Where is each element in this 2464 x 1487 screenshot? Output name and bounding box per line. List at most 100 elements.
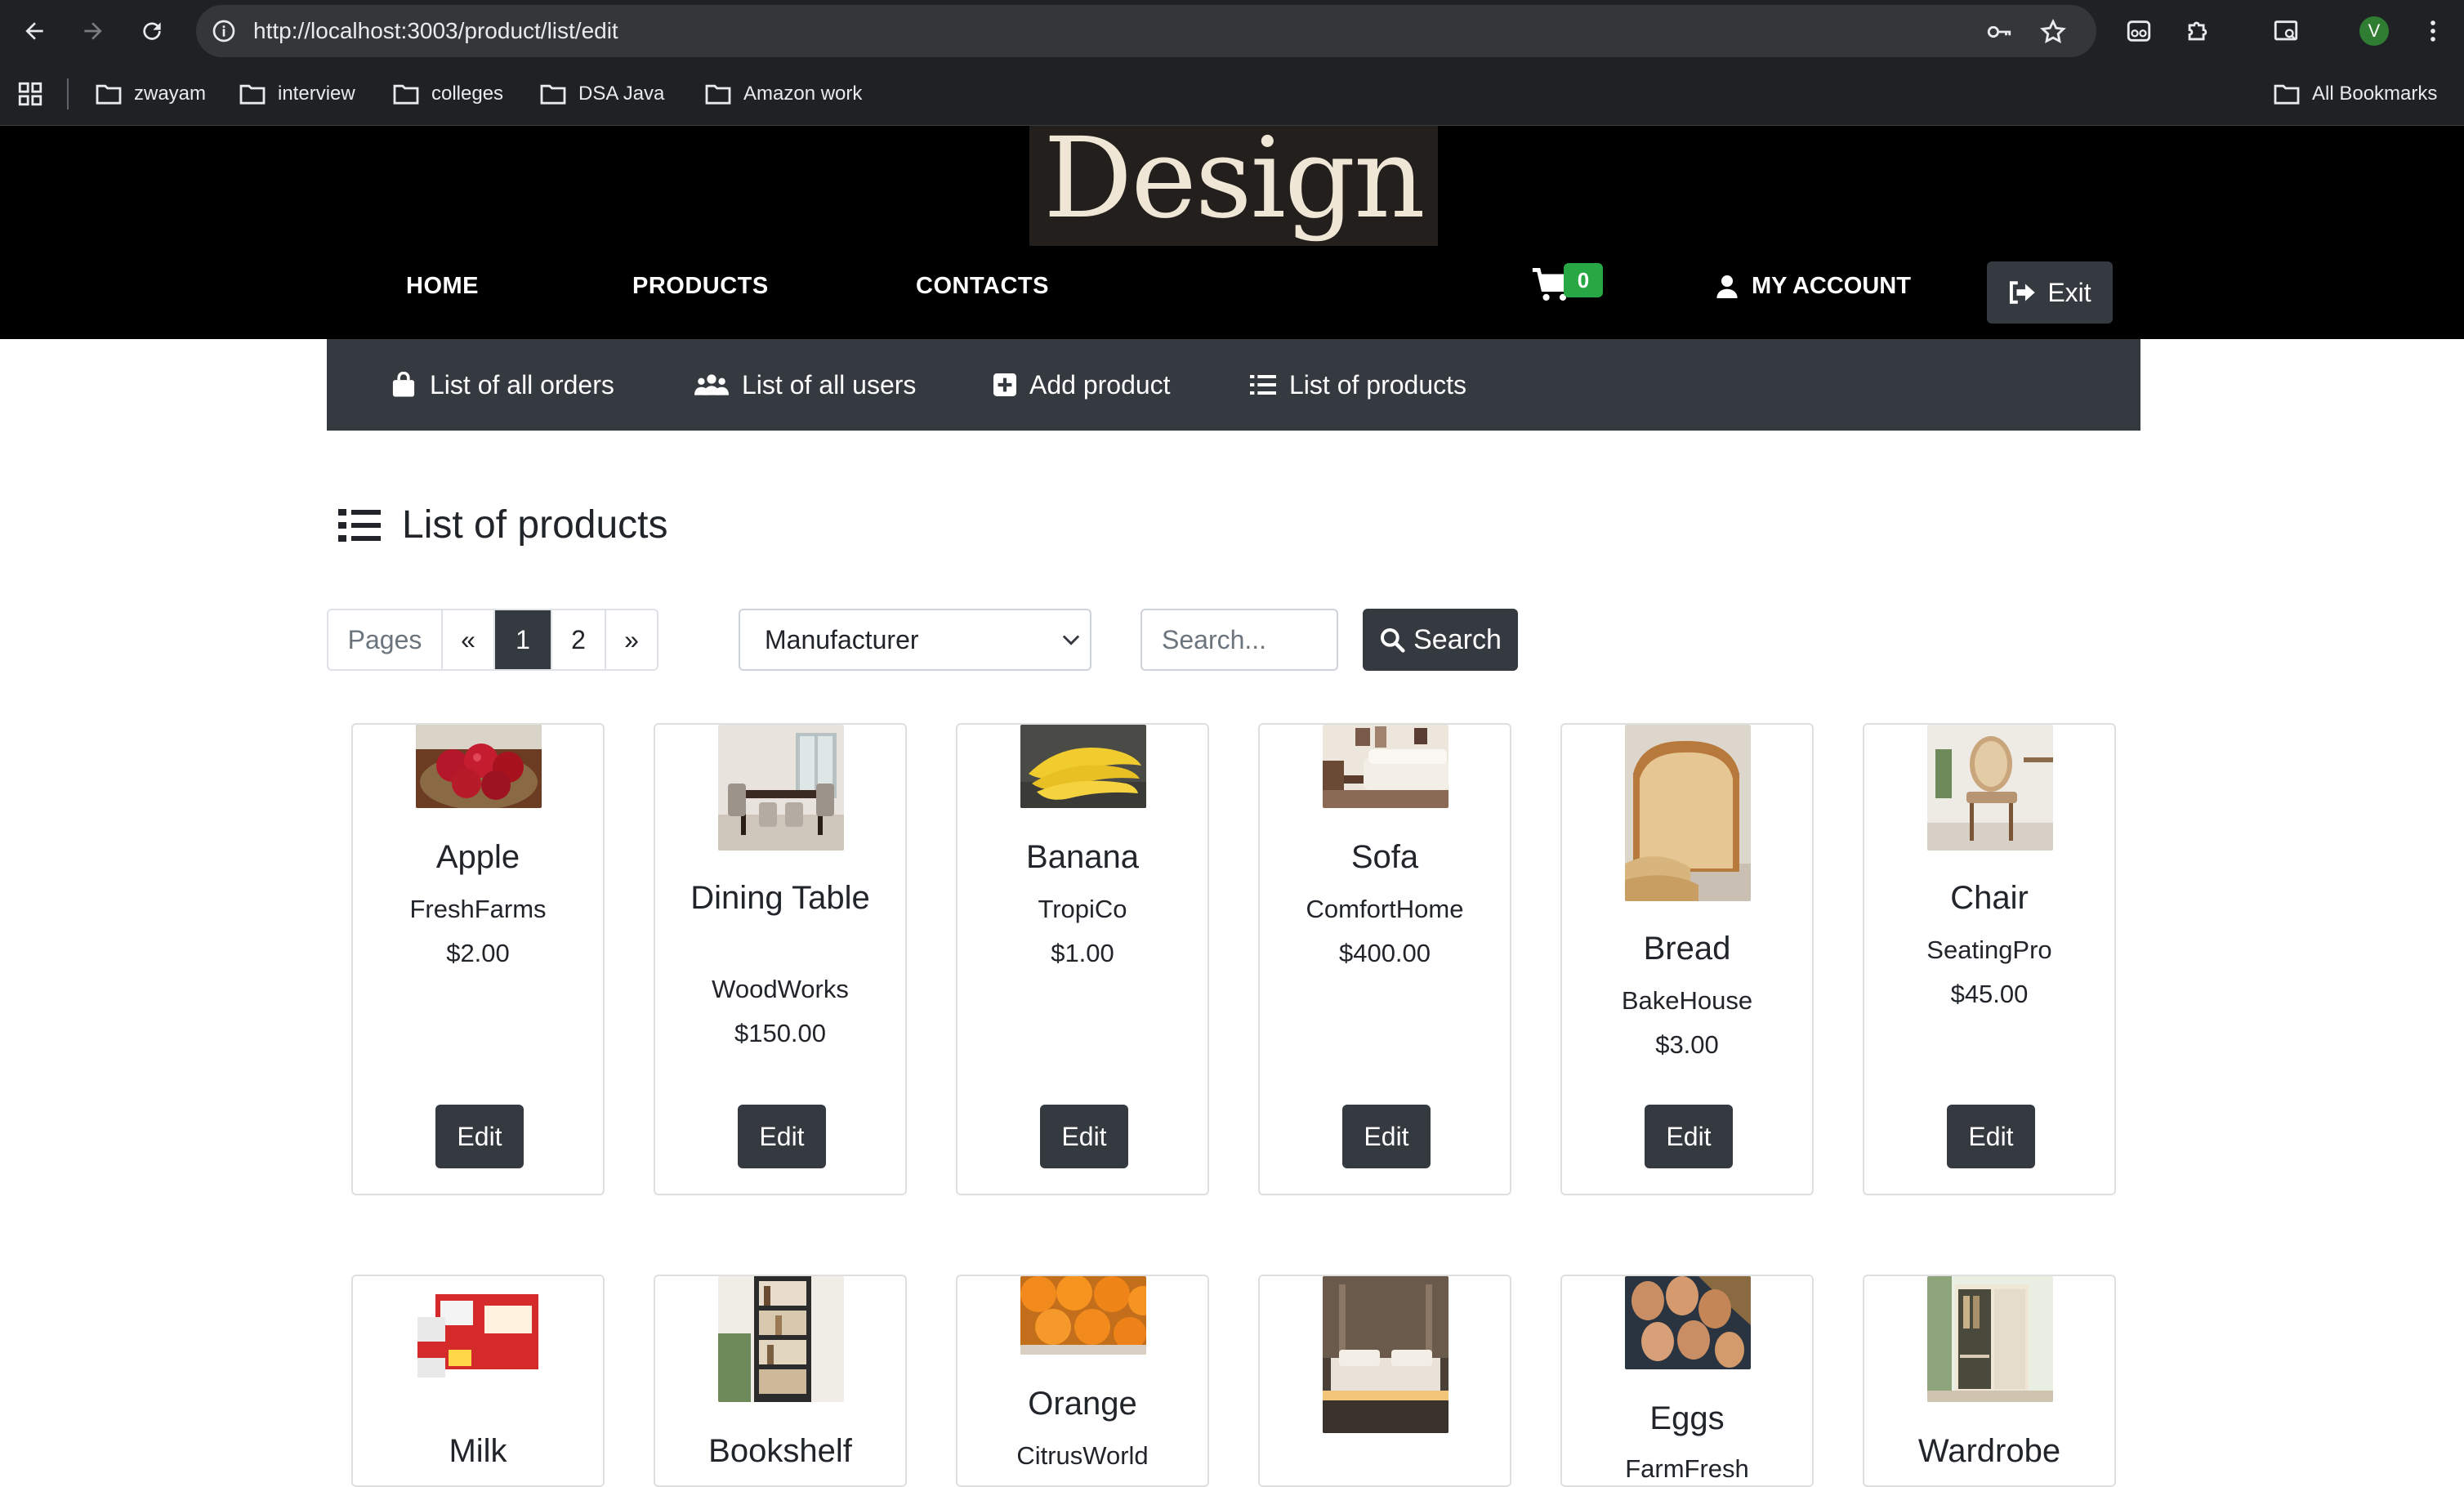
admin-nav-orders-label: List of all orders	[430, 369, 614, 400]
folder-icon	[393, 84, 419, 105]
tab-search-icon	[2274, 20, 2298, 41]
pagination: Pages « 1 2 »	[327, 609, 658, 671]
product-name: Bookshelf	[708, 1433, 852, 1469]
product-image-bookshelf	[718, 1276, 844, 1402]
extensions-button[interactable]	[2180, 13, 2216, 49]
pagination-prev[interactable]: «	[441, 610, 493, 669]
my-account-label: MY ACCOUNT	[1752, 273, 1911, 299]
product-name: Milk	[449, 1433, 507, 1469]
my-account-link[interactable]: MY ACCOUNT	[1716, 273, 1911, 300]
back-button[interactable]	[16, 13, 52, 49]
pagination-page-1[interactable]: 1	[493, 610, 551, 669]
cart-count-badge: 0	[1564, 263, 1603, 297]
bookmark-folder-dsa-java[interactable]: DSA Java	[539, 62, 664, 126]
plus-square-icon	[993, 373, 1016, 396]
search-icon	[1381, 628, 1405, 653]
edit-product-button[interactable]: Edit	[1645, 1105, 1733, 1168]
product-name: Eggs	[1649, 1400, 1725, 1436]
list-icon	[1250, 375, 1276, 395]
exit-button[interactable]: Exit	[1987, 261, 2113, 324]
bookmark-label: zwayam	[134, 83, 207, 105]
url-text[interactable]: http://localhost:3003/product/list/edit	[253, 5, 618, 57]
bookmark-folder-zwayam[interactable]: zwayam	[95, 62, 206, 126]
admin-nav-users[interactable]: List of all users	[694, 339, 916, 431]
nav-home-link[interactable]: HOME	[406, 273, 479, 300]
product-card: Milk	[351, 1275, 605, 1487]
product-price: $150.00	[734, 1019, 827, 1047]
profile-avatar[interactable]: V	[2359, 16, 2389, 46]
page-title-text: List of products	[402, 503, 668, 547]
edit-product-button[interactable]: Edit	[435, 1105, 524, 1168]
product-price: $3.00	[1655, 1030, 1719, 1059]
product-name: Bread	[1643, 931, 1731, 967]
bookmark-folder-amazon-work[interactable]: Amazon work	[704, 62, 862, 126]
kebab-menu-icon	[2431, 20, 2435, 42]
search-input[interactable]	[1140, 609, 1338, 671]
manufacturer-select-value: Manufacturer	[765, 624, 919, 654]
site-logo[interactable]: Design	[1029, 126, 1438, 246]
product-card: Wardrobe	[1863, 1275, 2116, 1487]
folder-icon	[96, 84, 122, 105]
product-card: Bread BakeHouse $3.00 Edit	[1560, 723, 1814, 1195]
address-bar[interactable]: http://localhost:3003/product/list/edit	[196, 5, 2096, 57]
tab-search-button[interactable]	[2268, 13, 2304, 49]
bookmark-folder-colleges[interactable]: colleges	[392, 62, 503, 126]
apps-grid-icon[interactable]	[16, 80, 44, 108]
incognito-extension-button[interactable]	[2121, 13, 2157, 49]
product-card: Chair SeatingPro $45.00 Edit	[1863, 723, 2116, 1195]
bookmarks-separator	[67, 78, 69, 109]
admin-nav-products-label: List of products	[1289, 369, 1466, 400]
admin-nav-orders[interactable]: List of all orders	[391, 339, 614, 431]
admin-nav-add-product[interactable]: Add product	[993, 339, 1171, 431]
product-card: Eggs FarmFresh	[1560, 1275, 1814, 1487]
pagination-next[interactable]: »	[605, 610, 657, 669]
edit-product-button[interactable]: Edit	[738, 1105, 826, 1168]
product-image-dining-table	[718, 725, 844, 851]
site-info-icon[interactable]	[211, 18, 237, 44]
reload-icon	[143, 22, 161, 40]
product-card	[1258, 1275, 1511, 1487]
product-manufacturer: CitrusWorld	[1016, 1441, 1149, 1470]
search-button-label: Search	[1413, 623, 1502, 655]
product-manufacturer: BakeHouse	[1621, 986, 1753, 1015]
puzzle-icon	[2188, 21, 2207, 41]
bookmark-folder-interview[interactable]: interview	[239, 62, 355, 126]
manufacturer-select[interactable]: Manufacturer	[739, 609, 1091, 671]
edit-product-button[interactable]: Edit	[1947, 1105, 2035, 1168]
nav-contacts-link[interactable]: CONTACTS	[916, 273, 1049, 300]
edit-product-button[interactable]: Edit	[1040, 1105, 1128, 1168]
pagination-label: Pages	[347, 624, 422, 654]
key-icon[interactable]	[1985, 18, 2013, 46]
product-image-apple	[416, 725, 542, 808]
admin-nav: List of all orders List of all users Add…	[327, 339, 2140, 431]
all-bookmarks-button[interactable]: All Bookmarks	[2273, 62, 2437, 126]
product-manufacturer: FarmFresh	[1625, 1454, 1749, 1483]
product-name: Orange	[1028, 1386, 1137, 1422]
product-card: Banana TropiCo $1.00 Edit	[956, 723, 1209, 1195]
search-button[interactable]: Search	[1363, 609, 1518, 671]
reload-button[interactable]	[134, 13, 170, 49]
admin-nav-users-label: List of all users	[742, 369, 917, 400]
product-manufacturer: SeatingPro	[1926, 936, 2052, 964]
forward-button[interactable]	[75, 13, 111, 49]
star-icon[interactable]	[2039, 18, 2067, 46]
product-image-milk	[416, 1276, 542, 1386]
product-manufacturer: ComfortHome	[1306, 895, 1464, 923]
edit-product-button[interactable]: Edit	[1342, 1105, 1431, 1168]
product-manufacturer: WoodWorks	[712, 975, 849, 1003]
bookmark-label: colleges	[431, 83, 504, 105]
product-image-sofa	[1323, 725, 1448, 808]
users-icon	[694, 374, 729, 395]
browser-menu-button[interactable]	[2415, 13, 2451, 49]
nav-products-link[interactable]: PRODUCTS	[632, 273, 769, 300]
bookmarks-bar: zwayam interview colleges DSA Java Amazo…	[0, 62, 2464, 126]
product-manufacturer: TropiCo	[1038, 895, 1127, 923]
site-header: Design HOME PRODUCTS CONTACTS 0 MY ACCOU…	[0, 126, 2464, 339]
arrow-right-icon	[84, 22, 102, 40]
product-name: Banana	[1026, 839, 1139, 875]
product-card: Dining Table WoodWorks $150.00 Edit	[654, 723, 907, 1195]
admin-nav-products[interactable]: List of products	[1250, 339, 1466, 431]
product-name: Dining Table	[690, 880, 870, 916]
pagination-page-2[interactable]: 2	[551, 610, 605, 669]
page-title: List of products	[338, 502, 668, 547]
